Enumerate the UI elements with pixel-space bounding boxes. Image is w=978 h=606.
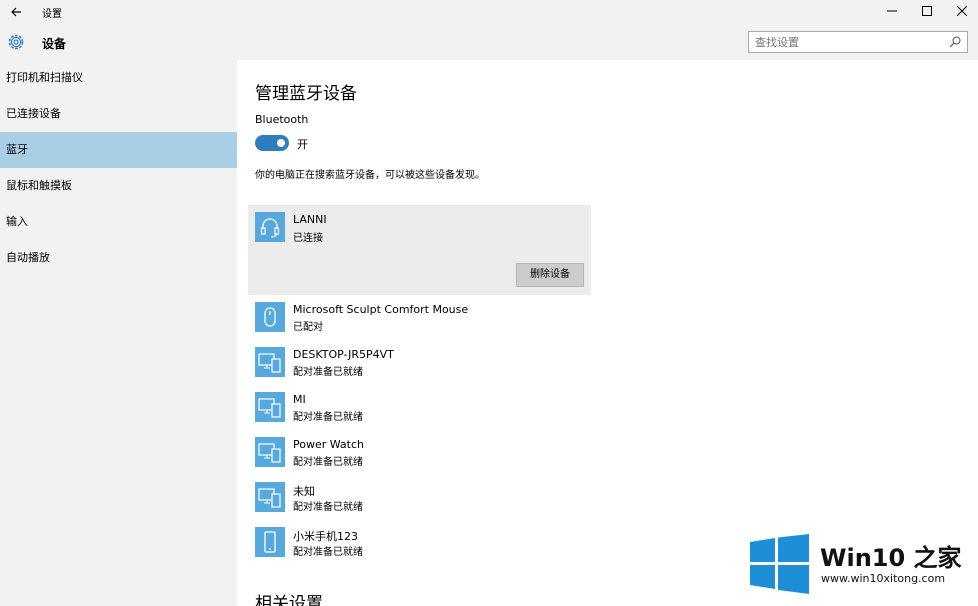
device-name: LANNI bbox=[293, 213, 327, 226]
device-item[interactable]: 小米手机123 配对准备已就绪 bbox=[248, 525, 648, 565]
windows-logo-icon bbox=[750, 534, 809, 594]
selected-device-card[interactable]: LANNI 已连接 删除设备 bbox=[248, 205, 591, 295]
device-name: 小米手机123 bbox=[293, 530, 358, 543]
search-box[interactable] bbox=[748, 31, 968, 53]
sidebar: 打印机和扫描仪 已连接设备 蓝牙 鼠标和触摸板 输入 自动播放 bbox=[0, 60, 237, 606]
device-name: 未知 bbox=[293, 485, 315, 498]
device-item[interactable]: 未知 配对准备已就绪 bbox=[248, 480, 648, 520]
watermark-title: Win10 之家 bbox=[820, 544, 962, 572]
close-icon bbox=[956, 5, 968, 17]
back-button[interactable] bbox=[6, 3, 26, 21]
remove-device-button[interactable]: 删除设备 bbox=[516, 263, 584, 287]
minimize-icon bbox=[887, 10, 897, 12]
device-name: MI bbox=[293, 393, 306, 406]
minimize-button[interactable] bbox=[882, 2, 902, 22]
device-status: 已连接 bbox=[293, 233, 323, 244]
app-title: 设备 bbox=[42, 37, 67, 51]
device-name: Power Watch bbox=[293, 438, 365, 451]
device-status: 配对准备已就绪 bbox=[293, 457, 363, 468]
sidebar-item-mouse-touchpad[interactable]: 鼠标和触摸板 bbox=[0, 168, 237, 204]
device-status: 配对准备已就绪 bbox=[293, 502, 363, 513]
phone-icon bbox=[255, 527, 285, 557]
discovery-description: 你的电脑正在搜索蓝牙设备，可以被这些设备发现。 bbox=[255, 170, 485, 181]
close-button[interactable] bbox=[952, 2, 972, 22]
computer-phone-icon bbox=[255, 347, 285, 377]
sidebar-item-autoplay[interactable]: 自动播放 bbox=[0, 240, 237, 276]
window-title: 设置 bbox=[42, 9, 62, 20]
device-name: Microsoft Sculpt Comfort Mouse bbox=[293, 303, 469, 316]
toggle-state-label: 开 bbox=[297, 138, 308, 151]
device-item[interactable]: MI 配对准备已就绪 bbox=[248, 390, 648, 430]
title-bar: 设置 bbox=[0, 0, 978, 24]
device-item[interactable]: DESKTOP-JR5P4VT 配对准备已就绪 bbox=[248, 345, 648, 385]
device-item[interactable]: Microsoft Sculpt Comfort Mouse 已配对 bbox=[248, 300, 648, 340]
sidebar-item-bluetooth[interactable]: 蓝牙 bbox=[0, 132, 237, 168]
device-item[interactable]: Power Watch 配对准备已就绪 bbox=[248, 435, 648, 475]
computer-phone-icon bbox=[255, 392, 285, 422]
watermark-url: www.win10xitong.com bbox=[821, 572, 946, 585]
headset-icon bbox=[255, 212, 285, 242]
mouse-icon bbox=[255, 302, 285, 332]
device-status: 配对准备已就绪 bbox=[293, 547, 363, 558]
sidebar-item-printers[interactable]: 打印机和扫描仪 bbox=[0, 60, 237, 96]
sidebar-item-typing[interactable]: 输入 bbox=[0, 204, 237, 240]
arrow-left-icon bbox=[11, 7, 21, 17]
device-name: DESKTOP-JR5P4VT bbox=[293, 348, 394, 361]
gear-icon bbox=[8, 34, 24, 50]
bluetooth-toggle[interactable] bbox=[255, 135, 289, 151]
search-input[interactable] bbox=[755, 34, 945, 50]
main-content: 管理蓝牙设备 Bluetooth 开 你的电脑正在搜索蓝牙设备，可以被这些设备发… bbox=[237, 60, 978, 606]
computer-phone-icon bbox=[255, 437, 285, 467]
page-title: 管理蓝牙设备 bbox=[255, 84, 357, 104]
search-icon[interactable] bbox=[948, 35, 962, 49]
related-settings-heading: 相关设置 bbox=[255, 594, 323, 606]
maximize-button[interactable] bbox=[917, 2, 937, 22]
sidebar-item-connected-devices[interactable]: 已连接设备 bbox=[0, 96, 237, 132]
device-status: 配对准备已就绪 bbox=[293, 367, 363, 378]
device-status: 已配对 bbox=[293, 322, 323, 333]
app-header: 设备 bbox=[0, 24, 978, 60]
computer-phone-icon bbox=[255, 482, 285, 512]
watermark: Win10 之家 www.win10xitong.com bbox=[742, 530, 978, 606]
device-status: 配对准备已就绪 bbox=[293, 412, 363, 423]
bluetooth-label: Bluetooth bbox=[255, 113, 309, 126]
maximize-icon bbox=[922, 6, 932, 16]
toggle-knob bbox=[277, 139, 285, 147]
